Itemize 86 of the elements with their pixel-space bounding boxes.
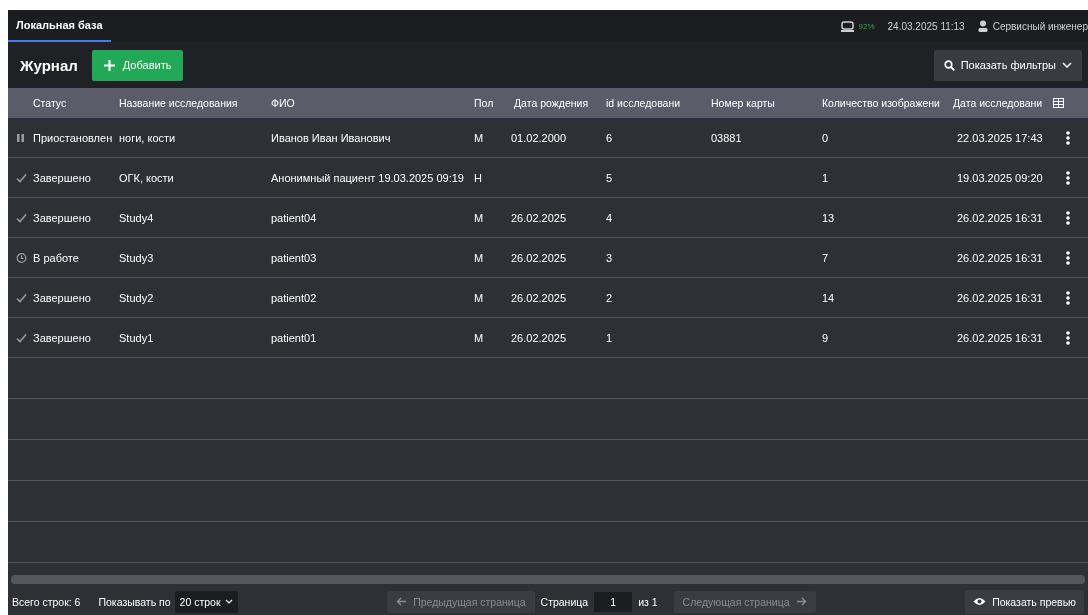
page-size-label: Показывать по bbox=[98, 595, 171, 608]
status-text: Завершено bbox=[33, 171, 91, 184]
table-cell: ноги, кости bbox=[119, 131, 176, 144]
table-cell: 14 bbox=[822, 291, 835, 304]
status-text: Завершено bbox=[33, 331, 91, 344]
table-cell: 26.02.2025 bbox=[511, 291, 567, 304]
drive-icon bbox=[840, 20, 854, 32]
table-cell: 9 bbox=[822, 331, 829, 344]
table-cell: 1 bbox=[606, 331, 613, 344]
column-header[interactable]: id исследовани bbox=[600, 97, 705, 109]
table-cell: 01.02.2000 bbox=[511, 131, 567, 144]
table-cell: Иванов Иван Иванович bbox=[271, 131, 391, 144]
more-options-icon bbox=[1065, 130, 1070, 145]
table-cell: 5 bbox=[606, 171, 613, 184]
status-text: Завершено bbox=[33, 291, 91, 304]
page-count: из 1 bbox=[638, 595, 658, 608]
table-cell: 26.02.2025 bbox=[511, 331, 567, 344]
more-options-icon bbox=[1065, 210, 1070, 225]
table-cell: 1 bbox=[822, 171, 829, 184]
table-cell: 26.02.2025 bbox=[511, 251, 567, 264]
table-cell: М bbox=[474, 211, 484, 224]
total-rows: Всего строк: 6 bbox=[12, 595, 81, 608]
table-cell: patient02 bbox=[271, 291, 317, 304]
table-cell: Study3 bbox=[119, 251, 154, 264]
more-options-icon bbox=[1065, 250, 1070, 265]
datetime: 24.03.2025 11:13 bbox=[887, 20, 965, 32]
show-filters-button[interactable]: Показать фильтры bbox=[933, 49, 1082, 81]
user-icon bbox=[977, 20, 988, 32]
table-cell: Study1 bbox=[119, 331, 154, 344]
status-text: Завершено bbox=[33, 211, 91, 224]
arrow-icon bbox=[795, 597, 807, 606]
search-icon bbox=[943, 59, 955, 71]
table-cell: 26.02.2025 bbox=[511, 211, 567, 224]
column-header[interactable]: Название исследования bbox=[113, 97, 265, 109]
table-cell: 26.02.2025 16:31 bbox=[957, 211, 1043, 224]
more-options-icon bbox=[1065, 330, 1070, 345]
columns-icon bbox=[1053, 98, 1064, 108]
eye-icon bbox=[973, 597, 987, 606]
more-options-icon bbox=[1065, 290, 1070, 305]
table-cell: patient01 bbox=[271, 331, 317, 344]
column-header[interactable]: Количество изображени bbox=[816, 97, 951, 109]
table-cell: 0 bbox=[822, 131, 829, 144]
table-cell: М bbox=[474, 251, 484, 264]
page-input[interactable]: 1 bbox=[594, 591, 633, 612]
table-cell: 22.03.2025 17:43 bbox=[957, 131, 1043, 144]
storage-level: 92% bbox=[858, 21, 875, 31]
user-name[interactable]: Сервисный инженер bbox=[992, 20, 1088, 32]
table-cell: 6 bbox=[606, 131, 613, 144]
table-cell: Н bbox=[474, 171, 482, 184]
page-label: Страница bbox=[540, 595, 589, 608]
table-cell: М bbox=[474, 131, 484, 144]
column-header[interactable]: Дата рождения bbox=[508, 97, 600, 109]
table-cell: 13 bbox=[822, 211, 835, 224]
table-cell: 4 bbox=[606, 211, 613, 224]
table-cell: patient03 bbox=[271, 251, 317, 264]
status-text: Приостановлен bbox=[33, 131, 113, 144]
table-cell: Study4 bbox=[119, 211, 154, 224]
page-size-select[interactable]: 20 строк bbox=[174, 590, 238, 613]
chevron-down-icon bbox=[1062, 62, 1072, 68]
table-cell: 7 bbox=[822, 251, 829, 264]
show-preview-button[interactable]: Показать превью bbox=[965, 589, 1084, 614]
table-cell: Анонимный пациент 19.03.2025 09:19 bbox=[271, 171, 464, 184]
status-text: В работе bbox=[33, 251, 79, 264]
column-header[interactable]: Статус bbox=[8, 97, 113, 109]
table-cell: Study2 bbox=[119, 291, 154, 304]
table-cell: patient04 bbox=[271, 211, 317, 224]
arrow-icon bbox=[396, 597, 408, 606]
page-title: Журнал bbox=[20, 56, 78, 74]
plus-icon bbox=[103, 59, 115, 71]
scrollbar[interactable] bbox=[11, 575, 1085, 584]
table-cell: 2 bbox=[606, 291, 613, 304]
table-cell: 26.02.2025 16:31 bbox=[957, 331, 1043, 344]
column-header[interactable]: Номер карты bbox=[705, 97, 816, 109]
chevron-down-icon bbox=[224, 599, 233, 604]
table-cell: 26.02.2025 16:31 bbox=[957, 251, 1043, 264]
column-header[interactable]: Пол bbox=[468, 97, 508, 109]
table-cell: М bbox=[474, 291, 484, 304]
table-cell: 03881 bbox=[711, 131, 742, 144]
table-cell: 3 bbox=[606, 251, 613, 264]
table-cell: 26.02.2025 16:31 bbox=[957, 291, 1043, 304]
table-cell: М bbox=[474, 331, 484, 344]
column-header[interactable]: Дата исследовани bbox=[951, 97, 1051, 109]
table-cell: 19.03.2025 09:20 bbox=[957, 171, 1043, 184]
table-cell: ОГК, кости bbox=[119, 171, 174, 184]
column-header[interactable]: ФИО bbox=[265, 97, 468, 109]
more-options-icon bbox=[1065, 170, 1070, 185]
